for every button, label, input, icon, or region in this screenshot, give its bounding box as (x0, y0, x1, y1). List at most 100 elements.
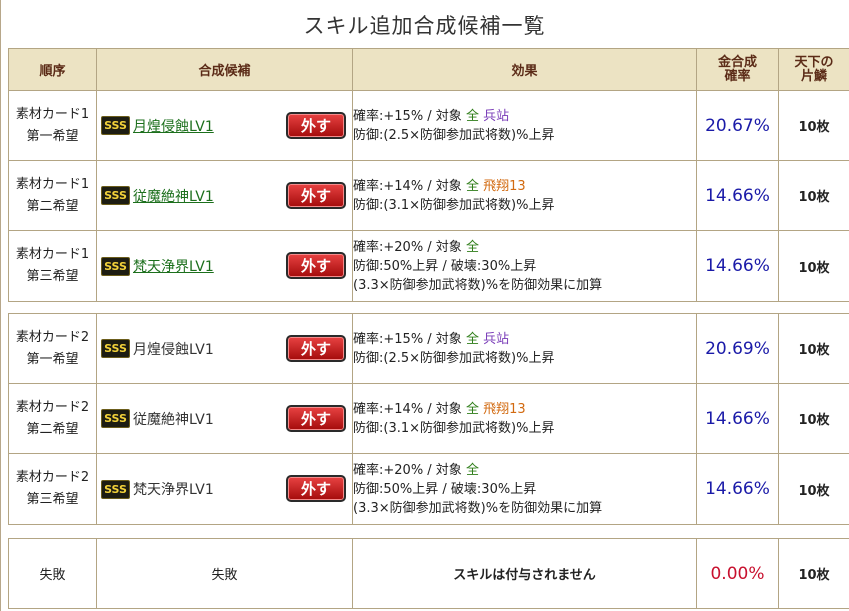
target-type: 飛翔13 (483, 401, 526, 417)
effect-line-2: 防御:(3.1×防御参加武将数)%上昇 (353, 420, 555, 436)
candidate-cell: SSS 従魔絶神LV1 外す (96, 383, 353, 454)
failure-row: 失敗 失敗 スキルは付与されません 0.00% 10枚 (8, 538, 849, 609)
candidate-cell: SSS 梵天浄界LV1 外す (96, 230, 353, 302)
left-border (0, 0, 1, 611)
sss-rank-icon: SSS (101, 256, 130, 276)
fail-effect: スキルは付与されません (352, 538, 697, 609)
table-row: 素材カード2 第三希望 SSS 梵天浄界LV1 外す 確率:+20% / 対象 … (8, 453, 849, 525)
effect-line-2: 防御:(2.5×防御参加武将数)%上昇 (353, 350, 555, 366)
order-cell: 素材カード2 第一希望 (8, 313, 97, 384)
preference: 第二希望 (26, 421, 79, 437)
target-type: 兵站 (483, 331, 510, 347)
sss-rank-icon: SSS (101, 339, 130, 358)
table-row: 素材カード2 第二希望 SSS 従魔絶神LV1 外す 確率:+14% / 対象 … (8, 383, 849, 454)
preference: 第二希望 (26, 198, 79, 214)
fail-candidate: 失敗 (96, 538, 353, 609)
remove-button[interactable]: 外す (286, 252, 346, 279)
skill-name: 月煌侵蝕LV1 (133, 341, 214, 358)
remove-button[interactable]: 外す (286, 334, 346, 362)
target-all: 全 (465, 178, 479, 194)
header-table: 順序 合成候補 効果 金合成 確率 天下の 片鱗 (8, 48, 849, 91)
skill-link[interactable]: 梵天浄界LV1 (133, 256, 214, 276)
effect-cell: 確率:+20% / 対象 全 防御:50%上昇 / 破壊:30%上昇 (3.3×… (352, 453, 697, 525)
preference: 第三希望 (26, 492, 79, 507)
header-rate-line2: 確率 (724, 68, 751, 84)
sss-rank-icon: SSS (101, 186, 130, 205)
skill-link[interactable]: 従魔絶神LV1 (133, 186, 214, 206)
tenka-count: 10枚 (778, 453, 849, 525)
fail-count: 10枚 (778, 538, 849, 609)
tenka-count: 10枚 (778, 90, 849, 161)
effect-rate: 確率:+20% / 対象 (353, 462, 462, 478)
card-name: 素材カード2 (15, 329, 90, 345)
order-cell: 素材カード1 第一希望 (8, 90, 97, 161)
candidate-cell: SSS 月煌侵蝕LV1 外す (96, 90, 353, 161)
table-row: 素材カード1 第二希望 SSS 従魔絶神LV1 外す 確率:+14% / 対象 … (8, 160, 849, 231)
skill-link[interactable]: 月煌侵蝕LV1 (133, 116, 214, 136)
order-cell: 素材カード1 第二希望 (8, 160, 97, 231)
target-all: 全 (465, 108, 479, 124)
tenka-count: 10枚 (778, 230, 849, 302)
header-tenka-line1: 天下の (794, 54, 834, 70)
success-rate: 14.66% (696, 383, 779, 454)
effect-cell: 確率:+15% / 対象 全 兵站 防御:(2.5×防御参加武将数)%上昇 (352, 90, 697, 161)
remove-button[interactable]: 外す (286, 404, 346, 432)
effect-line-1: 確率:+20% / 対象 全 (353, 238, 696, 257)
success-rate: 20.69% (696, 313, 779, 384)
preference: 第三希望 (26, 269, 79, 284)
candidate-cell: SSS 従魔絶神LV1 外す (96, 160, 353, 231)
effect-line-3: (3.3×防御参加武将数)%を防御効果に加算 (353, 500, 603, 516)
effect-rate: 確率:+15% / 対象 (353, 331, 462, 347)
header-rate-line1: 金合成 (717, 54, 757, 70)
effect-rate: 確率:+14% / 対象 (353, 178, 462, 194)
effect-line-2: 防御:(3.1×防御参加武将数)%上昇 (353, 197, 555, 213)
effect-line-2: 防御:50%上昇 / 破壊:30%上昇 (353, 481, 537, 497)
card-name: 素材カード1 (15, 176, 90, 192)
fail-order: 失敗 (8, 538, 97, 609)
effect-line-2: 防御:(2.5×防御参加武将数)%上昇 (353, 127, 555, 143)
table-row: 素材カード2 第一希望 SSS 月煌侵蝕LV1 外す 確率:+15% / 対象 … (8, 313, 849, 384)
remove-button[interactable]: 外す (286, 111, 346, 139)
preference: 第一希望 (26, 351, 79, 367)
header-order: 順序 (8, 48, 97, 91)
tenka-count: 10枚 (778, 383, 849, 454)
target-all: 全 (465, 239, 479, 255)
remove-button[interactable]: 外す (286, 475, 346, 502)
header-rate: 金合成 確率 (696, 48, 779, 91)
effect-rate: 確率:+14% / 対象 (353, 401, 462, 417)
effect-cell: 確率:+15% / 対象 全 兵站 防御:(2.5×防御参加武将数)%上昇 (352, 313, 697, 384)
skill-name: 梵天浄界LV1 (133, 482, 214, 498)
header-tenka: 天下の 片鱗 (778, 48, 849, 91)
candidate-cell: SSS 梵天浄界LV1 外す (96, 453, 353, 525)
header-tenka-line2: 片鱗 (800, 68, 827, 84)
target-all: 全 (465, 462, 479, 478)
sss-rank-icon: SSS (101, 116, 130, 135)
effect-line-1: 確率:+14% / 対象 全 飛翔13 (353, 400, 696, 419)
target-type: 兵站 (483, 108, 510, 124)
sss-rank-icon: SSS (101, 479, 130, 499)
card-name: 素材カード1 (15, 247, 90, 262)
header-effect: 効果 (352, 48, 697, 91)
remove-button[interactable]: 外す (286, 181, 346, 209)
effect-cell: 確率:+14% / 対象 全 飛翔13 防御:(3.1×防御参加武将数)%上昇 (352, 383, 697, 454)
target-type: 飛翔13 (483, 178, 526, 194)
effect-line-1: 確率:+14% / 対象 全 飛翔13 (353, 177, 696, 196)
success-rate: 14.66% (696, 160, 779, 231)
effect-line-1: 確率:+20% / 対象 全 (353, 461, 696, 480)
effect-rate: 確率:+20% / 対象 (353, 239, 462, 255)
effect-cell: 確率:+20% / 対象 全 防御:50%上昇 / 破壊:30%上昇 (3.3×… (352, 230, 697, 302)
tenka-count: 10枚 (778, 160, 849, 231)
effect-line-3: (3.3×防御参加武将数)%を防御効果に加算 (353, 277, 603, 293)
effect-rate: 確率:+15% / 対象 (353, 108, 462, 124)
table-row: 素材カード1 第一希望 SSS 月煌侵蝕LV1 外す 確率:+15% / 対象 … (8, 90, 849, 161)
table-row: 素材カード1 第三希望 SSS 梵天浄界LV1 外す 確率:+20% / 対象 … (8, 230, 849, 302)
order-cell: 素材カード2 第三希望 (8, 453, 97, 525)
effect-cell: 確率:+14% / 対象 全 飛翔13 防御:(3.1×防御参加武将数)%上昇 (352, 160, 697, 231)
tenka-count: 10枚 (778, 313, 849, 384)
failure-group: 失敗 失敗 スキルは付与されません 0.00% 10枚 (8, 538, 849, 609)
header-candidate: 合成候補 (96, 48, 353, 91)
target-all: 全 (465, 331, 479, 347)
material-card-2-group: 素材カード2 第一希望 SSS 月煌侵蝕LV1 外す 確率:+15% / 対象 … (8, 313, 849, 525)
success-rate: 20.67% (696, 90, 779, 161)
page-title: スキル追加合成候補一覧 (303, 14, 546, 38)
